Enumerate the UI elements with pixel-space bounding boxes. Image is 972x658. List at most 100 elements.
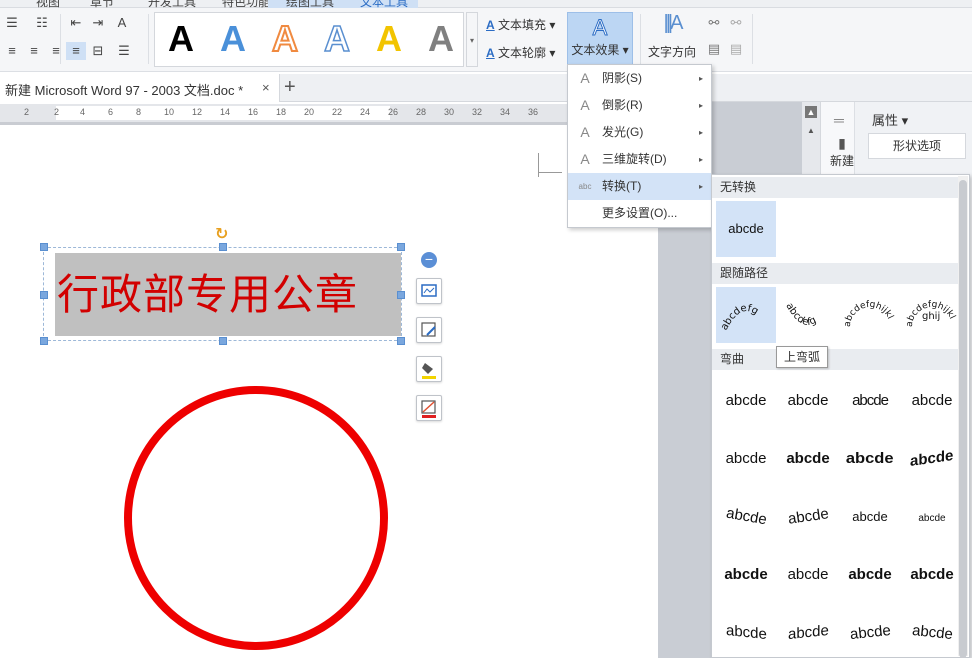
warp-option[interactable]: abcde <box>716 547 776 603</box>
document-tab[interactable]: 新建 Microsoft Word 97 - 2003 文档.doc * <box>0 74 280 102</box>
wordart-style-orange-outline[interactable]: A <box>263 17 307 61</box>
align-left-icon[interactable]: ≡ <box>2 42 22 60</box>
warp-sample-text: abcde <box>725 621 767 644</box>
reflection-icon: A <box>580 97 590 113</box>
align-center-icon[interactable]: ≡ <box>24 42 44 60</box>
scroll-top-icon[interactable]: ▲ <box>805 106 817 118</box>
distribute-icon[interactable]: ⊟ <box>88 42 108 60</box>
warp-option[interactable]: abcde <box>716 431 776 487</box>
warp-option[interactable]: abcde <box>778 431 838 487</box>
section-follow-path: 跟随路径 <box>712 263 960 284</box>
menu-transform[interactable]: abc 转换(T) ▸ <box>568 173 711 200</box>
red-circle-shape[interactable] <box>124 386 388 650</box>
decrease-indent-icon[interactable]: ⇤ <box>66 14 86 32</box>
resize-handle[interactable] <box>219 337 227 345</box>
section-no-transform: 无转换 <box>712 177 960 198</box>
warp-option[interactable]: abcde <box>778 373 838 429</box>
warp-option[interactable]: abcde <box>902 605 962 657</box>
layout-options-icon[interactable] <box>416 278 442 304</box>
text-fill-button[interactable]: A 文本填充 ▾ <box>486 16 555 33</box>
menu-item-label: 倒影(R) <box>602 98 643 112</box>
new-tab-button[interactable]: + <box>284 76 296 99</box>
warp-sample-text: abcde <box>918 513 946 524</box>
svg-text:abcdefg: abcdefg <box>783 301 818 328</box>
resize-handle[interactable] <box>40 337 48 345</box>
warp-sample-text: abcde <box>725 392 767 409</box>
submenu-scroll-thumb[interactable] <box>959 180 967 658</box>
outline-color-icon[interactable] <box>416 395 442 421</box>
warp-sample-text: abcde <box>724 566 768 583</box>
align-justify-icon[interactable]: ≡ <box>66 42 86 60</box>
menu-strip: 视图 章节 开发工具 特色功能 绘图工具 文本工具 <box>0 0 972 10</box>
resize-handle[interactable] <box>40 291 48 299</box>
warp-option[interactable]: abcde <box>902 547 962 603</box>
warp-option[interactable]: abcde <box>902 489 962 545</box>
ruler-number: 2 <box>24 107 30 117</box>
menu-more-settings[interactable]: 更多设置(O)... <box>568 200 711 227</box>
warp-option[interactable]: abcde <box>716 373 776 429</box>
warp-option[interactable]: abcde <box>716 605 776 657</box>
no-transform-option[interactable]: abcde <box>716 201 776 257</box>
path-arch-up-option[interactable]: abcdefg <box>716 287 776 343</box>
resize-handle[interactable] <box>40 243 48 251</box>
panel-menu-icon[interactable]: ═ <box>834 112 844 128</box>
warp-option[interactable]: abcde <box>902 373 962 429</box>
gallery-scroll[interactable]: ▾ <box>466 12 478 67</box>
resize-handle[interactable] <box>397 243 405 251</box>
warp-option[interactable]: abcde <box>840 431 900 487</box>
fill-color-icon[interactable] <box>416 356 442 382</box>
menu-reflection[interactable]: A 倒影(R) ▸ <box>568 92 711 119</box>
increase-indent-icon[interactable]: ⇥ <box>88 14 108 32</box>
ribbon: ☰ ☷ ⇤ ⇥ A ≡ ≡ ≡ ≡ ⊟ ☰ A A A A A A ▾ A 文本… <box>0 8 972 72</box>
bullet-list-icon[interactable]: ☰ <box>2 14 22 32</box>
text-outline-button[interactable]: A 文本轮廓 ▾ <box>486 44 555 61</box>
menu-3d-rotation[interactable]: A 三维旋转(D) ▸ <box>568 146 711 173</box>
link-icon[interactable]: ⚯ <box>704 14 724 32</box>
warp-option[interactable]: abcde <box>778 605 838 657</box>
panel-title[interactable]: 属性 ▾ <box>872 110 908 129</box>
path-arch-down-option[interactable]: abcdefg <box>778 287 838 343</box>
warp-option[interactable]: abcde <box>840 489 900 545</box>
path-circle-option[interactable]: abcdefghijkl <box>840 287 900 343</box>
wordart-style-gray[interactable]: A <box>419 17 463 61</box>
rotate-handle-icon[interactable]: ↻ <box>215 224 228 244</box>
align-right-icon[interactable]: ≡ <box>46 42 66 60</box>
line-spacing-icon[interactable]: ☰ <box>114 42 134 60</box>
wordart-style-blue-outline[interactable]: A <box>315 17 359 61</box>
scroll-up-icon[interactable]: ▲ <box>807 126 815 135</box>
shape-options-tab[interactable]: 形状选项 <box>868 133 966 159</box>
menu-glow[interactable]: A 发光(G) ▸ <box>568 119 711 146</box>
warp-sample-text: abcde <box>725 450 767 467</box>
warp-option[interactable]: abcde <box>778 489 838 545</box>
ruler-number: 8 <box>136 107 142 117</box>
stamp-text[interactable]: 行政部专用公章 <box>55 253 401 336</box>
new-button[interactable]: ▮ 新建 <box>824 135 860 179</box>
text-effect-button[interactable]: A 文本效果 ▾ <box>567 12 633 67</box>
wordart-gallery[interactable]: A A A A A A <box>154 12 464 67</box>
collapse-toolbar-icon[interactable]: − <box>421 252 437 268</box>
warp-option[interactable]: abcde <box>840 373 900 429</box>
warp-option[interactable]: abcde <box>716 489 776 545</box>
shape-style-icon[interactable] <box>416 317 442 343</box>
wordart-style-blue[interactable]: A <box>211 17 255 61</box>
resize-handle[interactable] <box>219 243 227 251</box>
font-size-icon[interactable]: A <box>112 14 132 32</box>
textbox-icon[interactable]: ▤ <box>704 40 724 58</box>
unlink-icon[interactable]: ⚯ <box>726 14 746 32</box>
text-direction-button[interactable]: |||A 文字方向 <box>644 12 700 67</box>
tab-close-icon[interactable]: × <box>262 80 270 95</box>
wordart-style-black[interactable]: A <box>159 17 203 61</box>
numbered-list-icon[interactable]: ☷ <box>32 14 52 32</box>
ruler-number: 16 <box>248 107 259 117</box>
textbox-alt-icon[interactable]: ▤ <box>726 40 746 58</box>
warp-option[interactable]: abcde <box>778 547 838 603</box>
resize-handle[interactable] <box>397 291 405 299</box>
warp-option[interactable]: abcde <box>840 605 900 657</box>
path-button-option[interactable]: abcdefghijkl ghij <box>902 287 962 343</box>
warp-option[interactable]: abcde <box>840 547 900 603</box>
document-tab-title: 新建 Microsoft Word 97 - 2003 文档.doc * <box>5 83 244 98</box>
wordart-style-yellow[interactable]: A <box>367 17 411 61</box>
menu-shadow[interactable]: A 阴影(S) ▸ <box>568 65 711 92</box>
warp-option[interactable]: abcde <box>902 431 962 487</box>
resize-handle[interactable] <box>397 337 405 345</box>
